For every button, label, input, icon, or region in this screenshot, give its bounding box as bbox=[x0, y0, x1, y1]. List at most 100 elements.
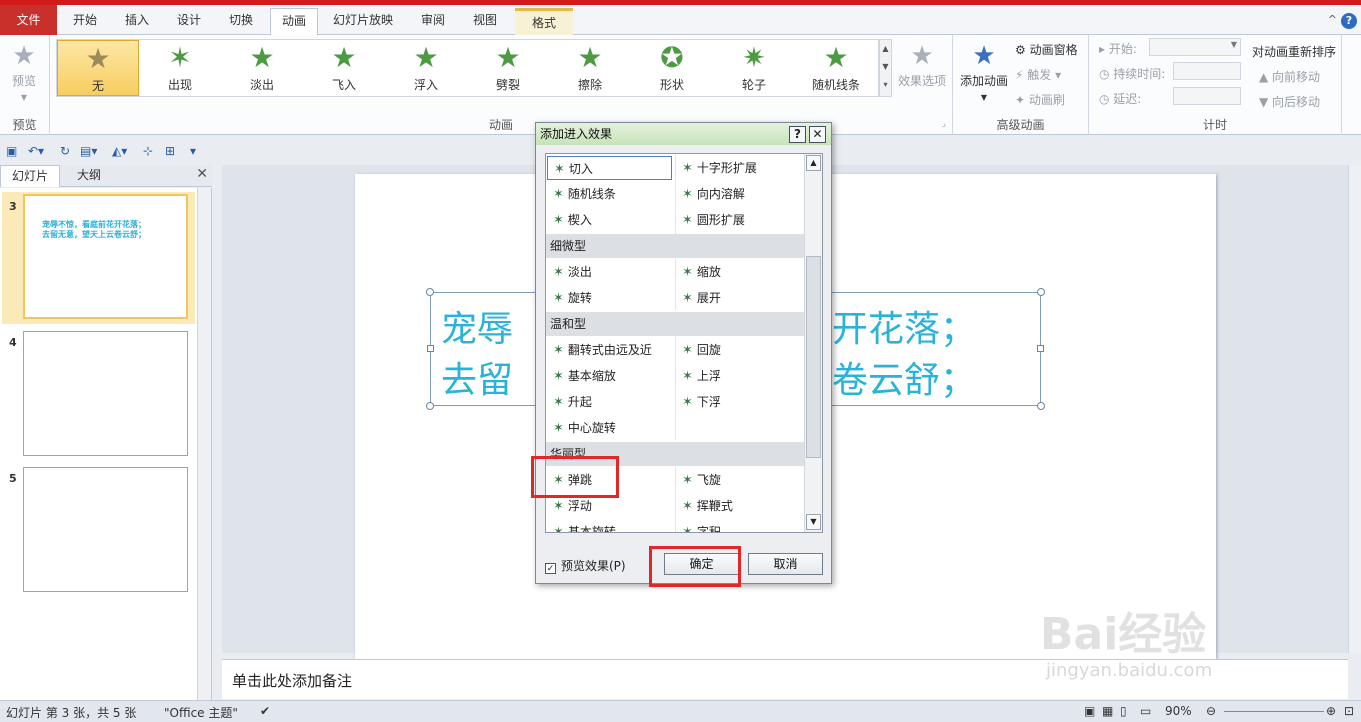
align-icon[interactable]: ⊹ bbox=[143, 144, 153, 158]
effect-item[interactable]: ✶ 十字形扩展 bbox=[676, 156, 757, 180]
animation-dialog-launcher-icon[interactable]: ⌟ bbox=[942, 119, 946, 129]
animation-painter-button[interactable]: ✦ 动画刷 bbox=[1015, 91, 1065, 108]
tab-slides[interactable]: 幻灯片 bbox=[0, 165, 60, 187]
slide-thumbnail-5[interactable] bbox=[23, 467, 188, 592]
tab-outline[interactable]: 大纲 bbox=[60, 165, 118, 187]
effect-item[interactable]: ✶ 基本旋转 bbox=[547, 520, 616, 532]
normal-view-icon[interactable]: ▣ bbox=[1084, 704, 1095, 718]
tab-insert[interactable]: 插入 bbox=[114, 8, 160, 35]
add-animation-button[interactable]: ★ 添加动画 ▼ bbox=[955, 40, 1013, 102]
effect-item[interactable]: ✶ 楔入 bbox=[547, 208, 592, 232]
effect-item[interactable]: ✶ 飞旋 bbox=[676, 468, 721, 492]
preview-effect-checkbox[interactable]: ✓ 预览效果(P) bbox=[545, 557, 626, 574]
tab-design[interactable]: 设计 bbox=[166, 8, 212, 35]
tab-review[interactable]: 审阅 bbox=[410, 8, 456, 35]
zoom-out-icon[interactable]: ⊖ bbox=[1206, 704, 1216, 718]
gallery-item-none[interactable]: ★ 无 bbox=[57, 40, 139, 96]
effect-item[interactable]: ✶ 翻转式由远及近 bbox=[547, 338, 652, 362]
effect-item[interactable]: ✶ 向内溶解 bbox=[676, 182, 745, 206]
effect-item[interactable]: ✶ 上浮 bbox=[676, 364, 721, 388]
gallery-item-fade[interactable]: ★ 淡出 bbox=[221, 40, 303, 96]
sorter-view-icon[interactable]: ▦ bbox=[1102, 704, 1113, 718]
undo-icon[interactable]: ↶▾ bbox=[28, 144, 44, 158]
redo-icon[interactable]: ↻ bbox=[60, 144, 70, 158]
effect-item[interactable]: ✶ 升起 bbox=[547, 390, 592, 414]
gallery-item-wheel[interactable]: ✷ 轮子 bbox=[713, 40, 795, 96]
gallery-item-split[interactable]: ★ 劈裂 bbox=[467, 40, 549, 96]
effect-item[interactable]: ✶ 下浮 bbox=[676, 390, 721, 414]
effect-item[interactable]: ✶ 中心旋转 bbox=[547, 416, 616, 440]
thumbnail-scrollbar[interactable] bbox=[197, 188, 211, 700]
gallery-scroll[interactable]: ▲ ▼ ▾ bbox=[879, 39, 892, 97]
gallery-item-float-in[interactable]: ★ 浮入 bbox=[385, 40, 467, 96]
gallery-item-shape[interactable]: ✪ 形状 bbox=[631, 40, 713, 96]
effect-item[interactable]: ✶ 展开 bbox=[676, 286, 721, 310]
effect-item[interactable]: ✶ 圆形扩展 bbox=[676, 208, 745, 232]
effect-item[interactable]: ✶ 挥鞭式 bbox=[676, 494, 733, 518]
move-earlier-button[interactable]: ▲ 向前移动 bbox=[1259, 68, 1320, 85]
tab-file[interactable]: 文件 bbox=[0, 5, 57, 35]
dialog-close-button[interactable]: ✕ bbox=[809, 126, 826, 143]
resize-handle[interactable] bbox=[427, 345, 434, 352]
tab-view[interactable]: 视图 bbox=[462, 8, 508, 35]
effect-item[interactable]: ✶ 淡出 bbox=[547, 260, 592, 284]
scroll-thumb[interactable] bbox=[806, 256, 821, 458]
tab-home[interactable]: 开始 bbox=[62, 8, 108, 35]
gallery-item-fly-in[interactable]: ★ 飞入 bbox=[303, 40, 385, 96]
tab-format[interactable]: 格式 bbox=[515, 8, 573, 35]
fit-window-icon[interactable]: ⊡ bbox=[1344, 704, 1354, 718]
effect-item[interactable]: ✶ 缩放 bbox=[676, 260, 721, 284]
slide-thumbnail-3[interactable]: 宠辱不惊，看庭前花开花落； 去留无意，望天上云卷云舒； bbox=[23, 194, 188, 319]
effect-item[interactable]: ✶ 切入 bbox=[547, 156, 672, 180]
cancel-button[interactable]: 取消 bbox=[748, 553, 823, 575]
tab-animations[interactable]: 动画 bbox=[270, 8, 318, 36]
start-select[interactable]: ▼ bbox=[1149, 38, 1241, 56]
slide-scrollbar[interactable] bbox=[1348, 165, 1361, 653]
move-later-button[interactable]: ▼ 向后移动 bbox=[1259, 93, 1320, 110]
reading-view-icon[interactable]: ▯ bbox=[1120, 704, 1127, 718]
effect-list-scrollbar[interactable]: ▲ ▼ bbox=[804, 154, 822, 532]
animation-pane-button[interactable]: ⚙ 动画窗格 bbox=[1015, 41, 1078, 58]
slideshow-view-icon[interactable]: ▭ bbox=[1140, 704, 1151, 718]
gallery-item-random-bars[interactable]: ★ 随机线条 bbox=[795, 40, 877, 96]
effect-star-icon: ✶ bbox=[682, 369, 693, 384]
wheel-star-icon: ✷ bbox=[742, 41, 766, 74]
effect-item[interactable]: ✶ 回旋 bbox=[676, 338, 721, 362]
tab-slideshow[interactable]: 幻灯片放映 bbox=[326, 8, 400, 35]
effect-item[interactable]: ✶ 旋转 bbox=[547, 286, 592, 310]
effect-options-button[interactable]: ★ 效果选项 bbox=[893, 40, 951, 100]
zoom-in-icon[interactable]: ⊕ bbox=[1326, 704, 1336, 718]
dialog-help-button[interactable]: ? bbox=[789, 126, 806, 143]
resize-handle[interactable] bbox=[426, 288, 434, 296]
zoom-slider[interactable] bbox=[1224, 711, 1324, 712]
effect-item[interactable]: ✶ 字积 bbox=[676, 520, 721, 533]
resize-handle[interactable] bbox=[1037, 402, 1045, 410]
slideshow-icon[interactable]: ▤▾ bbox=[80, 144, 97, 158]
distribute-icon[interactable]: ⊞ bbox=[165, 144, 175, 158]
effect-item[interactable]: ✶ 基本缩放 bbox=[547, 364, 616, 388]
gallery-item-wipe[interactable]: ★ 擦除 bbox=[549, 40, 631, 96]
effect-star-icon: ✶ bbox=[682, 525, 693, 533]
customize-toolbar-icon[interactable]: ▾ bbox=[190, 144, 196, 158]
ribbon-minimize-icon[interactable]: ^ bbox=[1328, 13, 1337, 26]
scroll-up-icon[interactable]: ▲ bbox=[806, 155, 821, 171]
duration-input[interactable] bbox=[1173, 62, 1241, 80]
close-icon[interactable]: ✕ bbox=[196, 166, 208, 182]
save-icon[interactable]: ▣ bbox=[6, 144, 17, 158]
effect-item[interactable]: ✶ 随机线条 bbox=[547, 182, 616, 206]
slide-thumbnail-4[interactable] bbox=[23, 331, 188, 456]
preview-button[interactable]: ★ 预览 ▼ bbox=[0, 40, 48, 102]
scroll-down-icon[interactable]: ▼ bbox=[806, 514, 821, 530]
effect-star-icon: ✶ bbox=[682, 291, 693, 306]
resize-handle[interactable] bbox=[426, 402, 434, 410]
resize-handle[interactable] bbox=[1037, 288, 1045, 296]
delay-input[interactable] bbox=[1173, 87, 1241, 105]
tab-transitions[interactable]: 切换 bbox=[218, 8, 264, 35]
gallery-item-appear[interactable]: ✶ 出现 bbox=[139, 40, 221, 96]
resize-handle[interactable] bbox=[1037, 345, 1044, 352]
spellcheck-icon[interactable]: ✔ bbox=[260, 704, 270, 718]
effect-star-icon: ✶ bbox=[553, 213, 564, 228]
format-icon[interactable]: ◭▾ bbox=[112, 144, 127, 158]
help-icon[interactable]: ? bbox=[1341, 13, 1357, 29]
trigger-button[interactable]: ⚡ 触发 ▾ bbox=[1015, 66, 1061, 83]
